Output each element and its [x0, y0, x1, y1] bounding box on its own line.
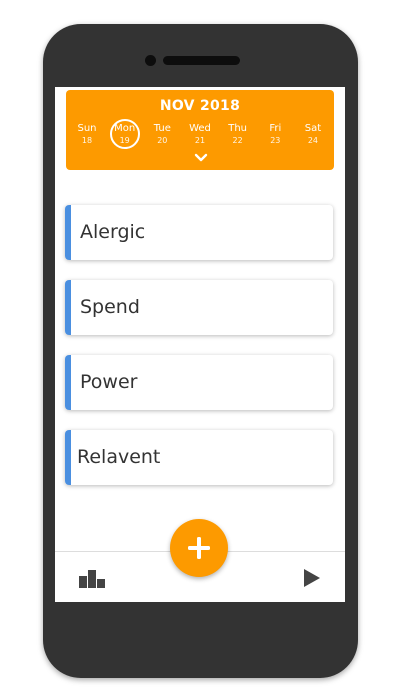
plus-icon [188, 537, 210, 559]
card-label: Alergic [80, 221, 146, 243]
day-number: 20 [157, 136, 168, 145]
list-item[interactable]: Spend [65, 280, 333, 335]
day-fri[interactable]: Fri 23 [257, 123, 293, 153]
card-label: Power [80, 371, 138, 393]
week-days: Sun 18 Mon 19 Tue 20 Wed 21 Thu 22 Fri 2… [69, 119, 331, 153]
add-button[interactable] [170, 519, 228, 577]
week-calendar: NOV 2018 Sun 18 Mon 19 Tue 20 Wed 21 Thu… [66, 90, 334, 170]
play-icon[interactable] [303, 568, 321, 588]
day-number: 21 [194, 136, 206, 145]
chevron-down-icon[interactable] [194, 152, 208, 164]
camera-icon [145, 55, 156, 66]
card-label: Relavent [77, 446, 161, 468]
day-number: 24 [307, 136, 319, 145]
day-tue[interactable]: Tue 20 [144, 123, 180, 153]
card-accent-bar [65, 430, 71, 485]
day-number: 22 [232, 136, 243, 145]
app-screen: NOV 2018 Sun 18 Mon 19 Tue 20 Wed 21 Thu… [55, 87, 345, 602]
card-accent-bar [65, 205, 71, 260]
day-number: 19 [119, 136, 130, 145]
card-label: Spend [80, 296, 140, 318]
list-item[interactable]: Relavent [65, 430, 333, 485]
calendar-month-title: NOV 2018 [159, 98, 241, 114]
day-wed[interactable]: Wed 21 [182, 123, 218, 153]
day-name: Thu [228, 123, 248, 134]
card-accent-bar [65, 280, 71, 335]
list-item[interactable]: Alergic [65, 205, 333, 260]
card-accent-bar [65, 355, 71, 410]
day-name: Wed [189, 123, 211, 134]
day-number: 23 [270, 136, 281, 145]
day-sun[interactable]: Sun 18 [69, 123, 105, 153]
day-mon-selected[interactable]: Mon 19 [107, 119, 143, 153]
day-thu[interactable]: Thu 22 [220, 123, 256, 153]
day-name: Fri [269, 123, 282, 134]
day-name: Sun [77, 123, 97, 134]
day-sat[interactable]: Sat 24 [295, 123, 331, 153]
day-number: 18 [81, 136, 93, 145]
bar-chart-icon[interactable] [78, 567, 110, 589]
day-name: Tue [153, 123, 171, 134]
speaker-grille [163, 56, 240, 65]
day-name: Sat [304, 123, 322, 134]
list-item[interactable]: Power [65, 355, 333, 410]
